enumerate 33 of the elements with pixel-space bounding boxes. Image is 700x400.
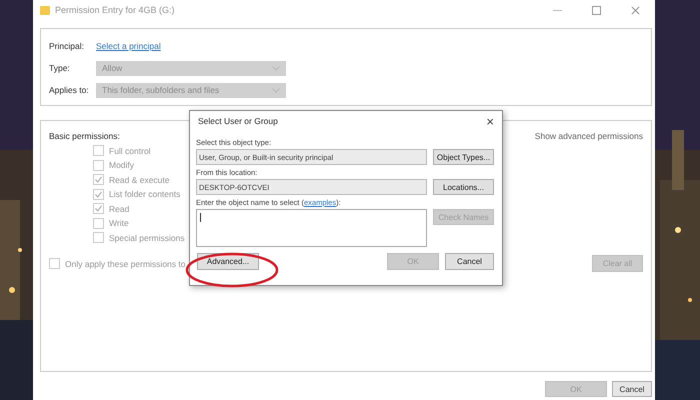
folder-icon (40, 6, 50, 14)
checkbox-label: Special permissions (109, 232, 185, 242)
checkbox-label: Read & execute (109, 174, 170, 184)
dialog-title: Select User or Group (198, 116, 278, 126)
close-button[interactable]: × (486, 114, 494, 128)
field-label: Applies to: (49, 85, 90, 95)
checkbox[interactable] (49, 258, 60, 269)
checkbox[interactable] (93, 218, 104, 228)
checkbox[interactable] (93, 145, 104, 156)
window-title: Permission Entry for 4GB (G:) (55, 5, 175, 15)
checkbox-label: Write (109, 218, 129, 228)
checkbox[interactable] (93, 203, 104, 214)
text-cursor (200, 213, 201, 222)
checkbox[interactable] (93, 174, 104, 185)
input-field[interactable] (196, 209, 427, 247)
dialog-button[interactable]: Cancel (612, 381, 652, 397)
show-advanced-link[interactable]: Show advanced permissions (534, 131, 643, 141)
checkbox-label: Read (109, 204, 130, 214)
checkbox-label: Modify (109, 160, 134, 170)
section-label: Basic permissions: (49, 131, 120, 141)
checkbox-label: List folder contents (109, 189, 180, 199)
dialog-button[interactable]: Locations... (433, 179, 494, 195)
field-label: Principal: (49, 41, 85, 51)
checkbox-label: Full control (109, 146, 151, 156)
checkbox-label: Only apply these permissions to (65, 258, 186, 268)
field-label: Type: (49, 63, 71, 73)
dialog-button[interactable]: Object Types... (433, 149, 494, 165)
close-icon (630, 6, 640, 14)
dialog-button[interactable]: Cancel (445, 253, 494, 270)
checkbox[interactable] (93, 188, 104, 200)
checkbox[interactable] (93, 160, 104, 170)
checkbox[interactable] (93, 232, 104, 243)
principal-link[interactable]: Select a principal (96, 41, 161, 51)
